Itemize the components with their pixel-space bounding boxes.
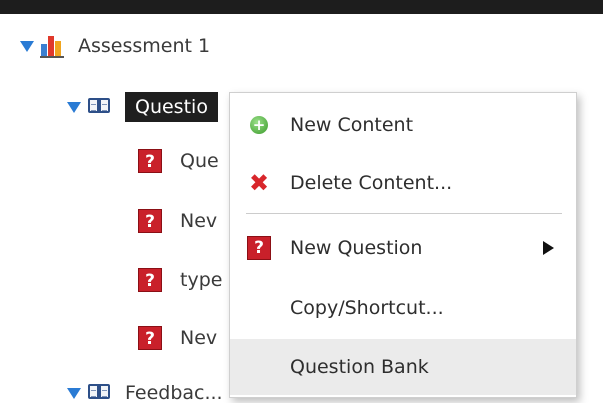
menu-item-new-question[interactable]: ? New Question xyxy=(230,220,576,276)
tree-node-label: Feedbac... xyxy=(125,382,223,403)
menu-item-copy-shortcut[interactable]: Copy/Shortcut... xyxy=(230,280,576,336)
question-icon: ? xyxy=(138,268,162,292)
menu-item-question-bank[interactable]: Question Bank xyxy=(230,339,576,395)
book-icon xyxy=(87,382,113,403)
tree-item-question[interactable]: ? Nev xyxy=(138,323,217,353)
menu-item-delete-content[interactable]: ✖ Delete Content... xyxy=(230,155,576,211)
tree-node-feedback[interactable]: Feedbac... xyxy=(67,378,223,403)
expand-arrow-icon[interactable] xyxy=(20,40,34,52)
top-bar xyxy=(0,0,603,14)
question-icon: ? xyxy=(138,209,162,233)
menu-item-label: Delete Content... xyxy=(290,172,453,194)
question-icon: ? xyxy=(138,149,162,173)
tree-item-question[interactable]: ? type xyxy=(138,265,222,295)
plus-circle-icon: + xyxy=(247,113,271,137)
tree-node-label: Assessment 1 xyxy=(78,35,211,57)
tree-item-question[interactable]: ? Que xyxy=(138,146,219,176)
tree-node-questions[interactable]: Questio xyxy=(67,92,218,122)
menu-item-label: Question Bank xyxy=(290,356,429,378)
submenu-arrow-icon xyxy=(543,241,554,255)
red-x-icon: ✖ xyxy=(248,169,270,197)
menu-item-new-content[interactable]: + New Content xyxy=(230,97,576,153)
tree-item-label: type xyxy=(180,269,223,291)
tree-item-label: Que xyxy=(180,150,219,172)
context-menu: + New Content ✖ Delete Content... ? New … xyxy=(229,92,577,398)
tree-item-label: Nev xyxy=(180,327,218,349)
menu-item-label: New Question xyxy=(290,237,423,259)
question-icon: ? xyxy=(138,326,162,350)
menu-separator xyxy=(246,213,562,214)
tree-item-question[interactable]: ? Nev xyxy=(138,206,217,236)
tree-item-label: Nev xyxy=(180,210,218,232)
tree-node-label-selected: Questio xyxy=(125,92,218,122)
expand-arrow-icon[interactable] xyxy=(67,387,81,399)
bar-chart-icon xyxy=(40,34,66,58)
question-icon: ? xyxy=(247,236,271,260)
expand-arrow-icon[interactable] xyxy=(67,101,81,113)
menu-item-label: Copy/Shortcut... xyxy=(290,297,444,319)
app-window: Assessment 1 Questio ? Que ? Nev ? type … xyxy=(0,0,603,403)
tree-node-assessment[interactable]: Assessment 1 xyxy=(20,31,210,61)
book-icon xyxy=(87,96,113,118)
menu-item-label: New Content xyxy=(290,114,414,136)
